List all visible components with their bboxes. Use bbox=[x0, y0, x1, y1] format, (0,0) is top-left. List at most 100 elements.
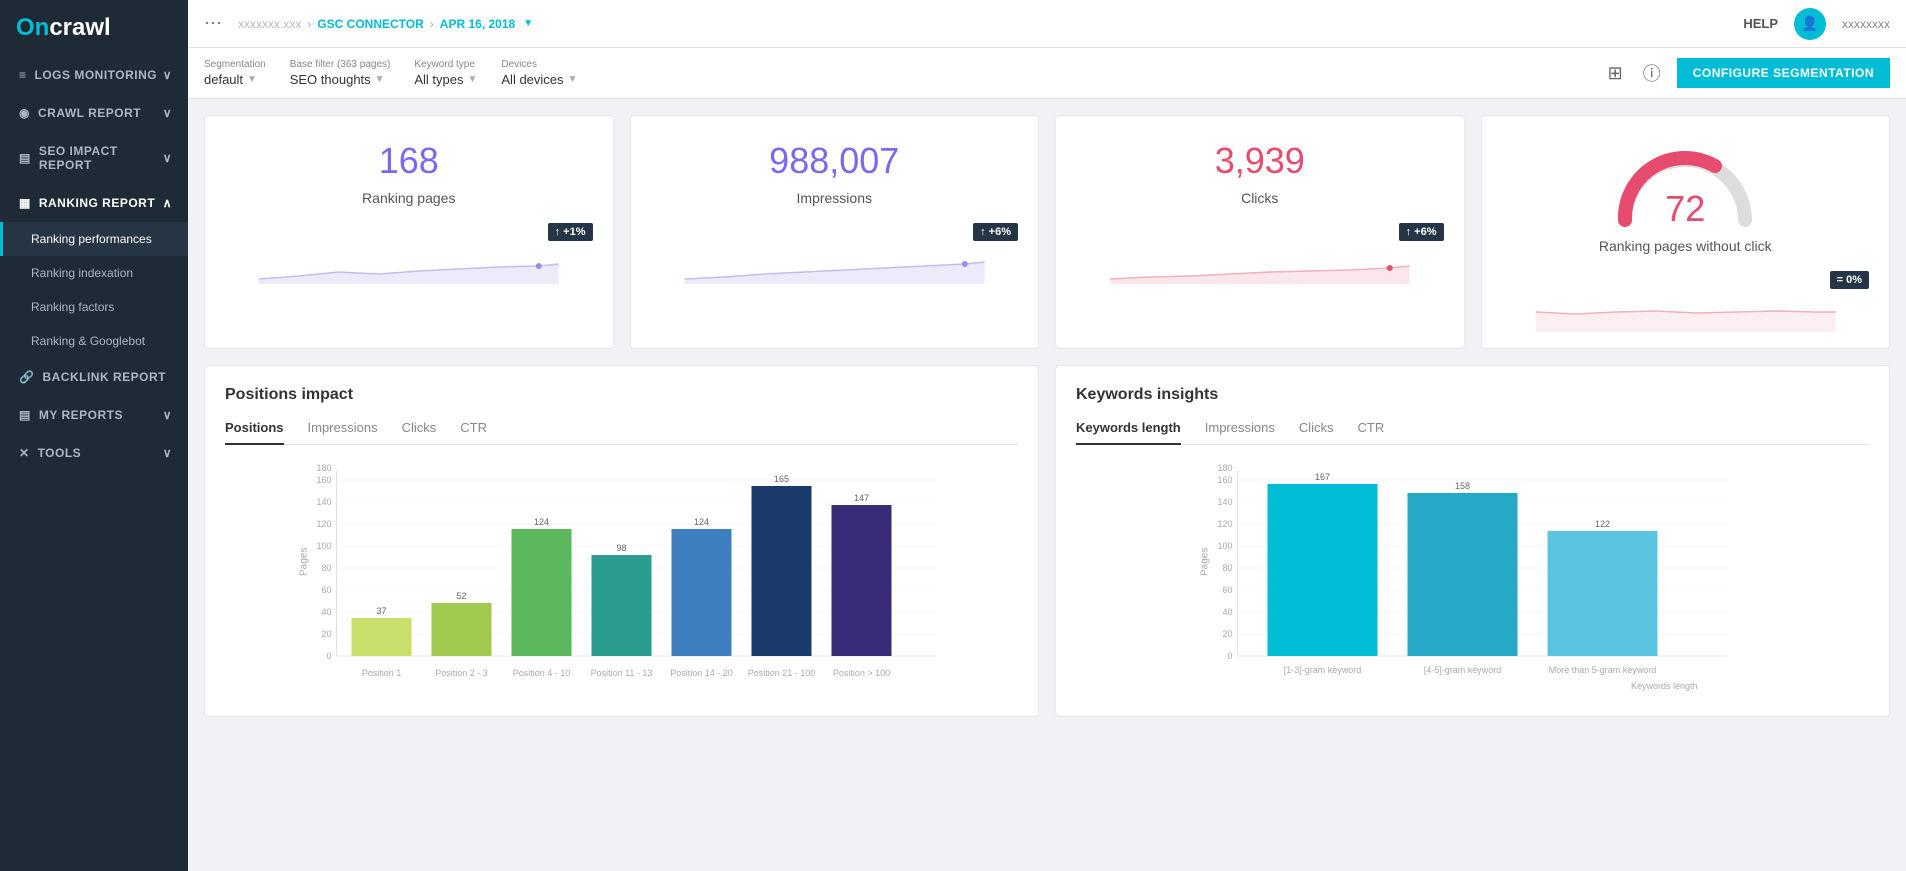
svg-text:40: 40 bbox=[1222, 607, 1232, 617]
positions-chart-title: Positions impact bbox=[225, 386, 1018, 404]
svg-text:Position 21 - 100: Position 21 - 100 bbox=[748, 668, 816, 678]
svg-text:124: 124 bbox=[534, 517, 549, 527]
bar-4-5gram bbox=[1408, 493, 1518, 656]
pdf-icon[interactable]: ⊞ bbox=[1604, 59, 1627, 88]
svg-text:160: 160 bbox=[1217, 475, 1232, 485]
svg-text:147: 147 bbox=[854, 493, 869, 503]
sidebar-item-crawl[interactable]: ◉ CRAWL REPORT ∨ bbox=[0, 94, 188, 132]
sidebar-item-tools[interactable]: ✕ TOOLS ∨ bbox=[0, 434, 188, 472]
svg-text:Position 14 - 20: Position 14 - 20 bbox=[670, 668, 733, 678]
filter-actions: ⊞ ⓘ CONFIGURE SEGMENTATION bbox=[1604, 56, 1890, 90]
configure-segmentation-button[interactable]: CONFIGURE SEGMENTATION bbox=[1677, 58, 1890, 88]
avatar-icon: 👤 bbox=[1801, 15, 1818, 32]
tab-keywords-impressions[interactable]: Impressions bbox=[1205, 420, 1275, 445]
svg-text:[4-5]-gram keyword: [4-5]-gram keyword bbox=[1424, 665, 1502, 675]
segmentation-select[interactable]: default ▼ bbox=[204, 72, 266, 87]
svg-text:0: 0 bbox=[1227, 651, 1232, 661]
kpi-trend-clicks: ↑ +6% bbox=[1399, 223, 1444, 241]
kpi-label-impressions: Impressions bbox=[797, 190, 872, 206]
sidebar-item-logs[interactable]: ≡ LOGS MONITORING ∨ bbox=[0, 56, 188, 94]
segmentation-filter: Segmentation default ▼ bbox=[204, 59, 266, 87]
kpi-card-ranking-pages: 168 Ranking pages ↑ +1% bbox=[204, 115, 614, 349]
chevron-icon: ∧ bbox=[163, 196, 172, 210]
tab-keywords-length[interactable]: Keywords length bbox=[1076, 420, 1181, 445]
sidebar-item-label: LOGS MONITORING bbox=[35, 68, 158, 82]
svg-text:100: 100 bbox=[316, 541, 331, 551]
keywords-bar-chart: Pages 0 20 40 bbox=[1076, 461, 1869, 691]
keywords-chart-card: Keywords insights Keywords length Impres… bbox=[1055, 365, 1890, 717]
breadcrumb-date[interactable]: APR 16, 2018 bbox=[440, 17, 515, 31]
sparkline-clicks bbox=[1076, 244, 1444, 284]
svg-text:Position > 100: Position > 100 bbox=[833, 668, 890, 678]
logo-crawl: crawl bbox=[49, 14, 110, 41]
svg-text:180: 180 bbox=[1217, 463, 1232, 473]
seo-icon: ▤ bbox=[19, 151, 31, 165]
sidebar-item-label: RANKING REPORT bbox=[39, 196, 155, 210]
devices-select[interactable]: All devices ▼ bbox=[501, 72, 577, 87]
logo: Oncrawl bbox=[0, 0, 188, 56]
logo-text: Oncrawl bbox=[16, 14, 111, 42]
bar-5gramplus bbox=[1548, 531, 1658, 656]
kpi-card-impressions: 988,007 Impressions ↑ +6% bbox=[630, 115, 1040, 349]
kpi-trend-impressions: ↑ +6% bbox=[973, 223, 1018, 241]
crawl-icon: ◉ bbox=[19, 106, 30, 120]
logs-icon: ≡ bbox=[19, 68, 27, 82]
sidebar-item-ranking-factors[interactable]: Ranking factors bbox=[0, 290, 188, 324]
tab-keywords-ctr[interactable]: CTR bbox=[1358, 420, 1385, 445]
tools-icon: ✕ bbox=[19, 446, 30, 460]
menu-dots-icon[interactable]: ⋯ bbox=[204, 13, 222, 34]
svg-text:Pages: Pages bbox=[1200, 548, 1211, 576]
svg-text:Position 4 - 10: Position 4 - 10 bbox=[513, 668, 571, 678]
keyword-type-filter: Keyword type All types ▼ bbox=[414, 59, 477, 87]
svg-text:Position 11 - 13: Position 11 - 13 bbox=[591, 668, 653, 678]
keywords-chart-tabs: Keywords length Impressions Clicks CTR bbox=[1076, 420, 1869, 445]
sidebar-item-ranking-indexation[interactable]: Ranking indexation bbox=[0, 256, 188, 290]
help-link[interactable]: HELP bbox=[1743, 16, 1778, 31]
breadcrumb: xxxxxxx.xxx › GSC CONNECTOR › APR 16, 20… bbox=[238, 17, 533, 31]
sidebar-item-ranking-googlebot[interactable]: Ranking & Googlebot bbox=[0, 324, 188, 358]
chart-row: Positions impact Positions Impressions C… bbox=[204, 365, 1890, 717]
main-content: ⋯ xxxxxxx.xxx › GSC CONNECTOR › APR 16, … bbox=[188, 0, 1906, 871]
sidebar-item-label: TOOLS bbox=[38, 446, 82, 460]
tab-keywords-clicks[interactable]: Clicks bbox=[1299, 420, 1334, 445]
tab-impressions[interactable]: Impressions bbox=[308, 420, 378, 445]
chevron-icon: ∨ bbox=[163, 446, 172, 460]
svg-text:[1-3]-gram keyword: [1-3]-gram keyword bbox=[1284, 665, 1362, 675]
kpi-value-ranking-pages: 168 bbox=[379, 140, 439, 182]
sidebar: Oncrawl ≡ LOGS MONITORING ∨ ◉ CRAWL REPO… bbox=[0, 0, 188, 871]
kpi-row: 168 Ranking pages ↑ +1% 988,007 Impressi… bbox=[204, 115, 1890, 349]
sidebar-item-ranking-performances[interactable]: Ranking performances bbox=[0, 222, 188, 256]
keywords-chart-title: Keywords insights bbox=[1076, 386, 1869, 404]
svg-text:165: 165 bbox=[774, 474, 789, 484]
svg-text:98: 98 bbox=[616, 543, 626, 553]
bar-position100plus bbox=[832, 505, 892, 656]
sparkline-no-click bbox=[1502, 292, 1870, 332]
sidebar-item-ranking[interactable]: ▦ RANKING REPORT ∧ bbox=[0, 184, 188, 222]
info-icon[interactable]: ⓘ bbox=[1639, 56, 1665, 90]
keyword-type-select[interactable]: All types ▼ bbox=[414, 72, 477, 87]
chevron-icon: ∨ bbox=[163, 408, 172, 422]
tab-ctr[interactable]: CTR bbox=[460, 420, 487, 445]
svg-text:120: 120 bbox=[316, 519, 331, 529]
avatar: 👤 bbox=[1794, 8, 1826, 40]
sidebar-item-seo[interactable]: ▤ SEO IMPACT REPORT ∨ bbox=[0, 132, 188, 184]
devices-caret: ▼ bbox=[568, 74, 578, 85]
breadcrumb-dropdown-icon[interactable]: ▼ bbox=[523, 18, 533, 29]
devices-value: All devices bbox=[501, 72, 563, 87]
breadcrumb-gsc[interactable]: GSC CONNECTOR bbox=[317, 17, 423, 31]
topbar: ⋯ xxxxxxx.xxx › GSC CONNECTOR › APR 16, … bbox=[188, 0, 1906, 48]
svg-text:124: 124 bbox=[694, 517, 709, 527]
svg-text:40: 40 bbox=[321, 607, 331, 617]
kpi-label-ranking-pages: Ranking pages bbox=[362, 190, 455, 206]
base-filter-select[interactable]: SEO thoughts ▼ bbox=[290, 72, 391, 87]
sidebar-item-backlink[interactable]: 🔗 BACKLINK REPORT bbox=[0, 358, 188, 396]
bar-position21-100 bbox=[752, 486, 812, 656]
segmentation-label: Segmentation bbox=[204, 59, 266, 70]
tab-positions[interactable]: Positions bbox=[225, 420, 284, 445]
sparkline-ranking-pages bbox=[225, 244, 593, 284]
devices-filter: Devices All devices ▼ bbox=[501, 59, 577, 87]
tab-clicks[interactable]: Clicks bbox=[402, 420, 437, 445]
kpi-label-clicks: Clicks bbox=[1241, 190, 1278, 206]
sidebar-item-reports[interactable]: ▤ MY REPORTS ∨ bbox=[0, 396, 188, 434]
svg-text:Keywords length: Keywords length bbox=[1631, 681, 1698, 691]
